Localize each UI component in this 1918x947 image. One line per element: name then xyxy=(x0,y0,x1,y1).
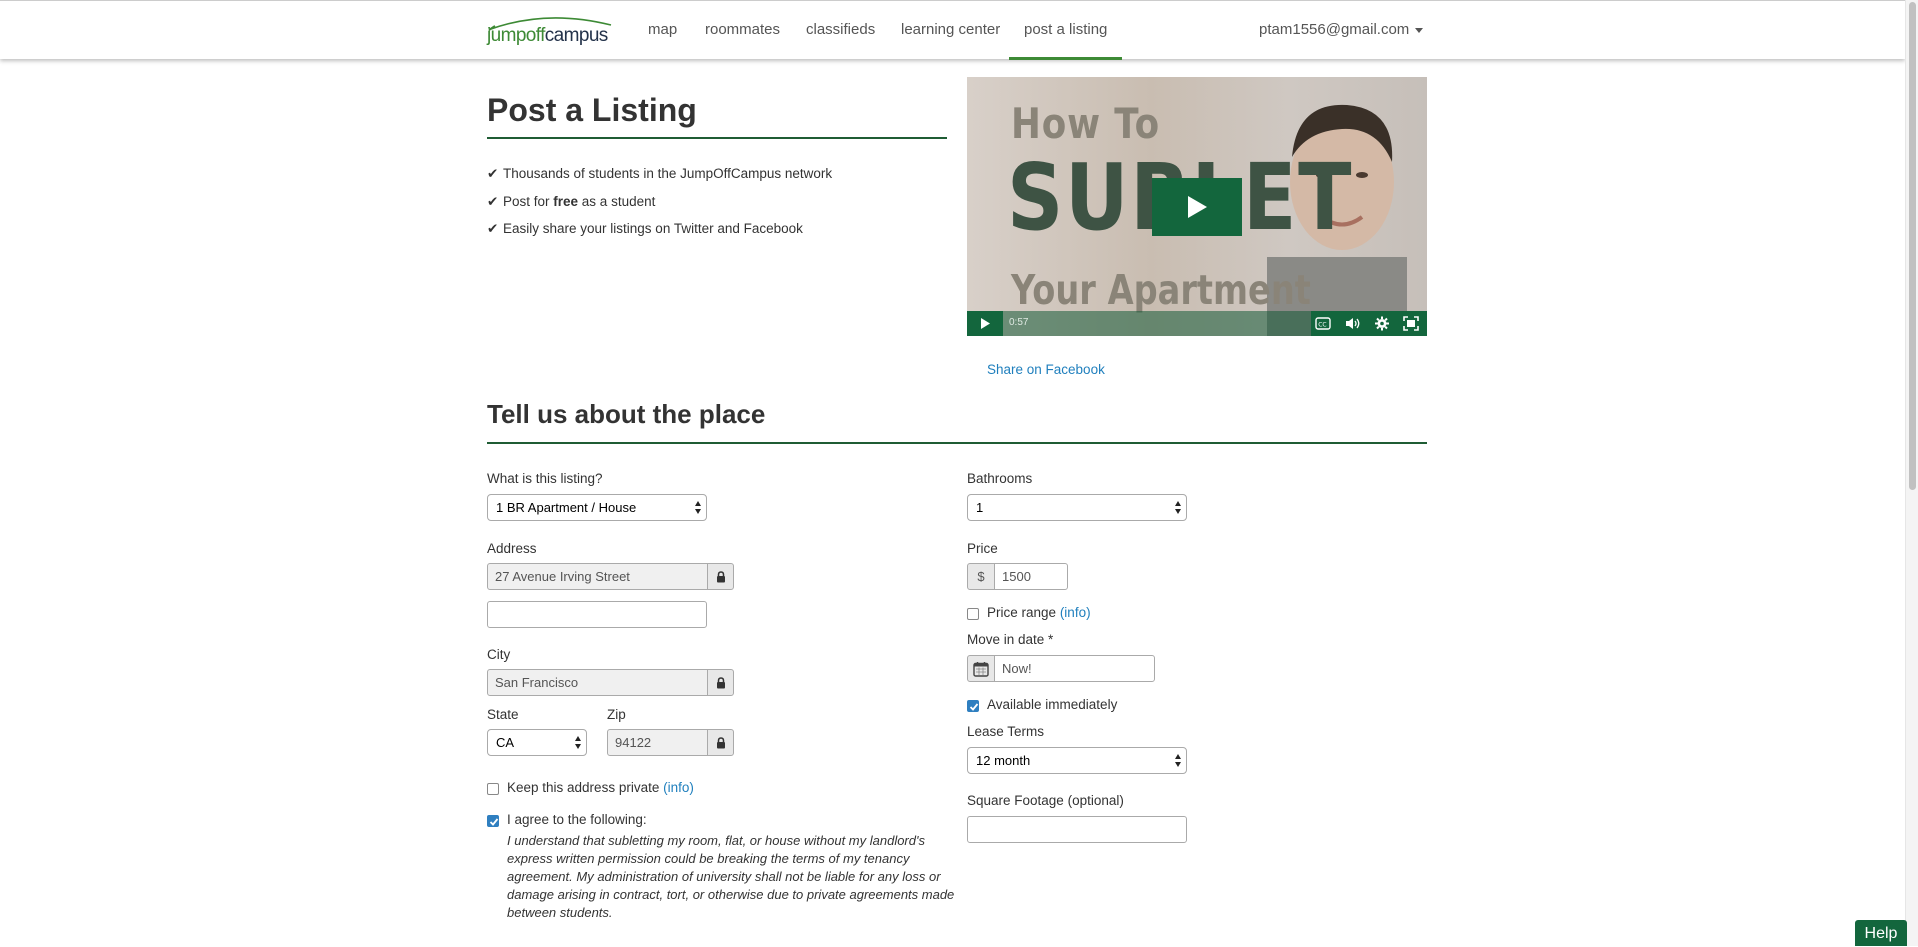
section-title: Tell us about the place xyxy=(487,399,1427,444)
state-select[interactable]: CA xyxy=(487,729,587,756)
calendar-button[interactable] xyxy=(967,655,995,682)
lease-terms-select[interactable]: 12 month xyxy=(967,747,1187,774)
zip-input[interactable]: 94122 xyxy=(607,729,708,756)
bathrooms-label: Bathrooms xyxy=(967,471,1033,486)
checkmark-icon xyxy=(489,818,499,826)
price-range-checkbox[interactable] xyxy=(967,608,979,620)
help-button[interactable]: Help xyxy=(1855,920,1907,946)
square-footage-input[interactable] xyxy=(967,816,1187,843)
settings-gear-icon[interactable] xyxy=(1374,316,1390,331)
city-input[interactable]: San Francisco xyxy=(487,669,708,696)
feature-item: ✔ Easily share your listings on Twitter a… xyxy=(487,221,803,236)
state-label: State xyxy=(487,707,519,722)
agree-terms-checkbox[interactable] xyxy=(487,815,499,827)
fullscreen-icon[interactable] xyxy=(1403,316,1419,331)
available-immediately-label: Available immediately xyxy=(987,697,1118,712)
user-email: ptam1556@gmail.com xyxy=(1259,21,1410,38)
lock-icon xyxy=(717,677,725,689)
lock-icon xyxy=(717,571,725,583)
select-arrows-icon xyxy=(1175,754,1181,768)
available-immediately-checkbox[interactable] xyxy=(967,700,979,712)
lease-terms-label: Lease Terms xyxy=(967,724,1045,739)
select-arrows-icon xyxy=(575,736,581,750)
nav-item-map[interactable]: map xyxy=(648,1,677,60)
price-label: Price xyxy=(967,541,998,556)
address-label: Address xyxy=(487,541,537,556)
price-range-label: Price range (info) xyxy=(987,605,1091,620)
price-input[interactable]: 1500 xyxy=(994,563,1068,590)
video-control-bar: 0:57 CC xyxy=(967,311,1427,336)
volume-icon[interactable] xyxy=(1345,316,1361,331)
feature-list: ✔ Thousands of students in the JumpOffCam… xyxy=(487,166,832,249)
zip-label: Zip xyxy=(607,707,626,722)
feature-item: ✔ Post for free as a student xyxy=(487,193,656,209)
lock-icon xyxy=(717,737,725,749)
zip-lock-button[interactable] xyxy=(707,729,734,756)
page-scrollbar[interactable] xyxy=(1905,0,1918,946)
checkmark-icon xyxy=(969,703,979,711)
nav-item-roommates[interactable]: roommates xyxy=(705,1,780,60)
video-title-line3: Your Apartment xyxy=(1011,266,1311,314)
video-title-line1: How To xyxy=(1011,99,1161,148)
share-on-facebook-link[interactable]: Share on Facebook xyxy=(987,362,1105,377)
agree-terms-label: I agree to the following: xyxy=(507,812,647,827)
address-line2-input[interactable] xyxy=(487,601,707,628)
user-menu[interactable]: ptam1556@gmail.com xyxy=(1259,1,1424,59)
calendar-icon xyxy=(973,662,989,677)
listing-type-label: What is this listing? xyxy=(487,471,603,486)
play-icon xyxy=(981,318,990,329)
nav-item-post-a-listing[interactable]: post a listing xyxy=(1009,1,1123,60)
select-arrows-icon xyxy=(695,501,701,515)
page-title: Post a Listing xyxy=(487,92,947,139)
video-time: 0:57 xyxy=(1009,317,1029,328)
scrollbar-thumb[interactable] xyxy=(1909,2,1916,490)
city-label: City xyxy=(487,647,511,662)
video-player[interactable]: How To SUBLET Your Apartment 0:57 CC xyxy=(967,77,1427,336)
square-footage-label: Square Footage (optional) xyxy=(967,793,1124,808)
listing-type-select[interactable]: 1 BR Apartment / House xyxy=(487,494,707,521)
keep-address-private-checkbox[interactable] xyxy=(487,783,499,795)
keep-address-private-label: Keep this address private (info) xyxy=(507,780,694,795)
top-navbar: jumpoffcampus map roommates classifieds … xyxy=(0,0,1905,60)
move-in-date-label: Move in date * xyxy=(967,632,1054,647)
jumpoffcampus-logo[interactable]: jumpoffcampus xyxy=(487,15,615,49)
price-range-info-link[interactable]: (info) xyxy=(1060,605,1091,620)
feature-item: ✔ Thousands of students in the JumpOffCam… xyxy=(487,166,833,181)
checkmark-icon: ✔ xyxy=(487,166,499,181)
address-line1-input[interactable]: 27 Avenue Irving Street xyxy=(487,563,708,590)
city-lock-button[interactable] xyxy=(707,669,734,696)
svg-text:CC: CC xyxy=(1318,322,1326,329)
caret-down-icon xyxy=(1415,27,1424,33)
price-currency-addon: $ xyxy=(967,563,995,590)
move-in-date-input[interactable]: Now! xyxy=(994,655,1155,682)
address-lock-button[interactable] xyxy=(707,563,734,590)
checkmark-icon: ✔ xyxy=(487,193,499,209)
play-icon xyxy=(1188,196,1207,218)
agreement-text: I understand that subletting my room, fl… xyxy=(507,833,955,920)
video-play-button[interactable] xyxy=(1152,178,1242,236)
nav-item-classifieds[interactable]: classifieds xyxy=(806,1,875,60)
checkmark-icon: ✔ xyxy=(487,221,499,236)
nav-item-learning-center[interactable]: learning center xyxy=(901,1,1000,60)
closed-captions-icon[interactable]: CC xyxy=(1315,316,1331,331)
logo-wordmark: jumpoffcampus xyxy=(487,25,608,46)
select-arrows-icon xyxy=(1175,501,1181,515)
bathrooms-select[interactable]: 1 xyxy=(967,494,1187,521)
video-bar-play-button[interactable] xyxy=(967,311,1003,336)
keep-private-info-link[interactable]: (info) xyxy=(663,780,694,795)
